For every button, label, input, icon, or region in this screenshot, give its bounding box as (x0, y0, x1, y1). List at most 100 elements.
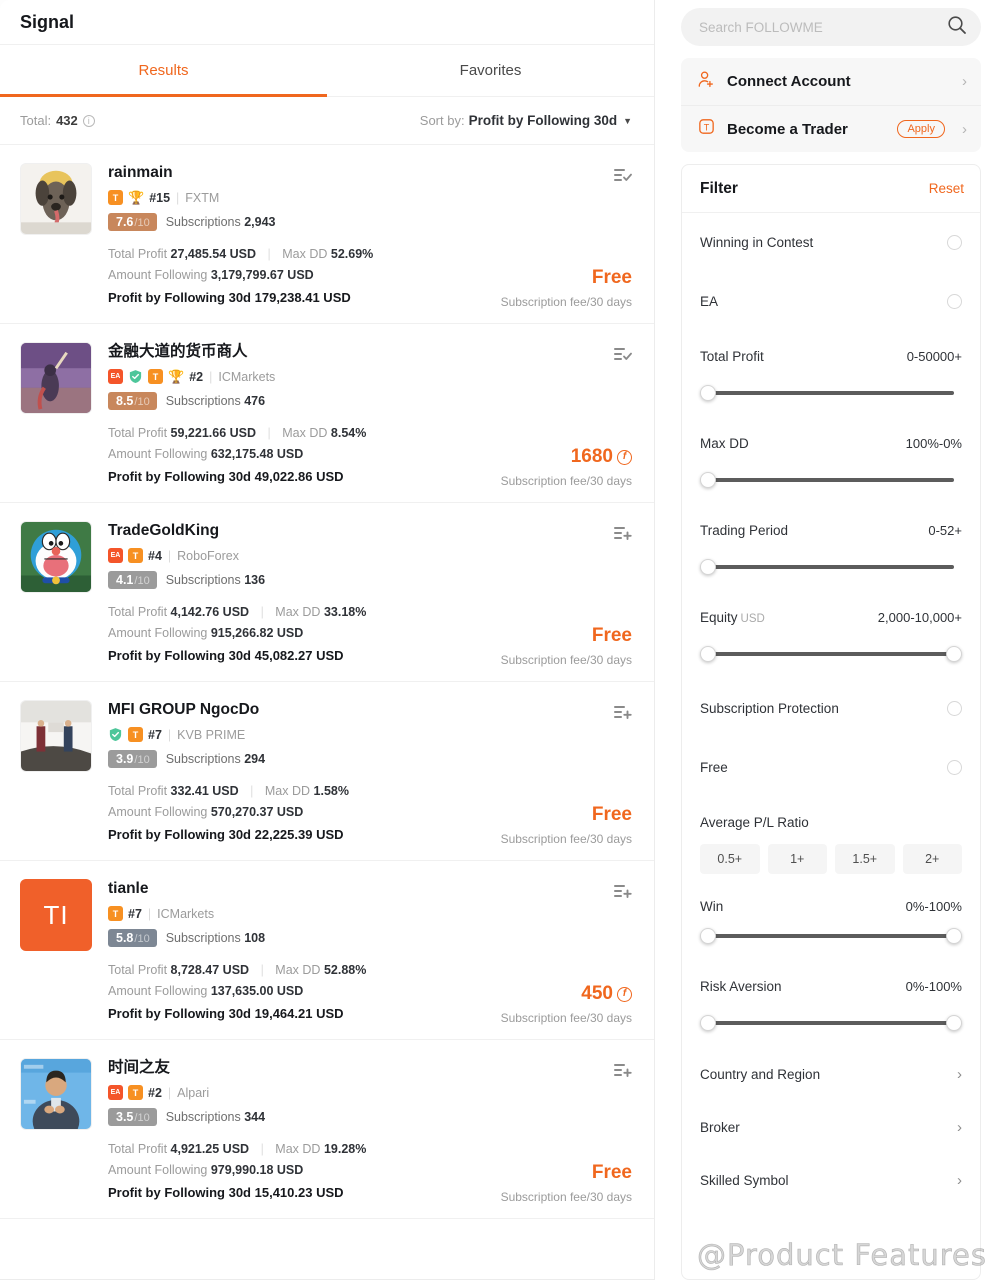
slider-knob-min[interactable] (700, 472, 716, 488)
avatar[interactable] (20, 342, 92, 414)
filter-winning-in-contest[interactable]: Winning in Contest (700, 213, 962, 272)
slider-max-dd[interactable] (700, 471, 962, 489)
slider-trading-period[interactable] (700, 558, 962, 576)
filter-label: Win (700, 899, 724, 914)
slider-track (708, 1021, 954, 1025)
slider-knob-min[interactable] (700, 385, 716, 401)
trader-badges: T #7 | KVB PRIME (108, 727, 632, 742)
avg-pl-option[interactable]: 1+ (767, 844, 827, 874)
filter-value: 100%-0% (905, 436, 962, 451)
avatar[interactable] (20, 521, 92, 593)
slider-knob-max[interactable] (946, 1015, 962, 1031)
trader-broker: RoboForex (177, 548, 239, 563)
trader-name[interactable]: rainmain (108, 163, 632, 183)
apply-button[interactable]: Apply (897, 120, 945, 138)
subscriptions-label: Subscriptions (165, 573, 241, 587)
tab-favorites[interactable]: Favorites (327, 45, 654, 96)
filter-label: Broker (700, 1120, 740, 1135)
search-icon[interactable] (947, 15, 967, 40)
slider-knob-max[interactable] (946, 928, 962, 944)
filter-body: Winning in Contest EA Total Profit 0-500… (682, 213, 980, 1207)
chevron-right-icon: › (962, 73, 967, 90)
total-count: Total: 432 i (20, 113, 95, 128)
trader-score-row: 3.9/10 Subscriptions 294 (108, 750, 632, 768)
list-check-icon[interactable] (613, 167, 632, 191)
info-icon[interactable]: i (82, 114, 95, 127)
trader-name[interactable]: MFI GROUP NgocDo (108, 700, 632, 720)
avatar[interactable] (20, 1058, 92, 1130)
slider-win[interactable] (700, 927, 962, 945)
subscription-fee-note: Subscription fee/30 days (500, 1011, 632, 1025)
trader-card[interactable]: MFI GROUP NgocDo T #7 | KVB PRIME 3.9/10… (0, 682, 654, 861)
list-add-icon[interactable] (613, 1062, 632, 1086)
filter-trading-period: Trading Period 0-52+ (700, 505, 962, 564)
subscription-fee-note: Subscription fee/30 days (500, 1190, 632, 1204)
slider-knob-min[interactable] (700, 1015, 716, 1031)
avatar[interactable] (20, 700, 92, 772)
avg-pl-option[interactable]: 1.5+ (835, 844, 895, 874)
trader-price-block: Free Subscription fee/30 days (501, 266, 632, 309)
slider-total-profit[interactable] (700, 384, 962, 402)
trader-badge-icon: T (128, 1085, 143, 1100)
trader-name[interactable]: TradeGoldKing (108, 521, 632, 541)
chevron-right-icon: › (962, 120, 967, 138)
quick-action-connect-account[interactable]: Connect Account › (681, 58, 981, 105)
search-input[interactable] (699, 19, 939, 35)
quick-action-become-trader[interactable]: T Become a Trader Apply › (681, 105, 981, 152)
radio-free[interactable] (947, 760, 962, 775)
trader-name[interactable]: tianle (108, 879, 632, 899)
ea-badge-icon: EA (108, 548, 123, 563)
trader-name[interactable]: 时间之友 (108, 1058, 632, 1078)
chevron-right-icon: › (957, 1119, 962, 1136)
profit-following-value: 49,022.86 USD (254, 469, 344, 484)
followme-coin-icon: f (617, 986, 632, 1002)
filter-ea[interactable]: EA (700, 272, 962, 331)
slider-track (708, 934, 954, 938)
trader-name[interactable]: 金融大道的货币商人 (108, 342, 632, 362)
slider-knob-min[interactable] (700, 928, 716, 944)
filter-skilled-symbol[interactable]: Skilled Symbol › (700, 1154, 962, 1207)
avg-pl-option[interactable]: 2+ (902, 844, 962, 874)
trader-card[interactable]: 金融大道的货币商人 EA T 🏆 #2 | ICMarkets 8.5/10 Sub… (0, 324, 654, 503)
search-bar[interactable] (681, 8, 981, 46)
filter-reset-button[interactable]: Reset (929, 181, 964, 196)
filter-subscription-protection[interactable]: Subscription Protection (700, 679, 962, 738)
tab-results[interactable]: Results (0, 45, 327, 97)
quick-action-label: Become a Trader (727, 120, 848, 138)
radio-winning-in-contest[interactable] (947, 235, 962, 250)
avatar[interactable] (20, 163, 92, 235)
trader-badge-icon: T (108, 906, 123, 921)
trophy-icon: 🏆 (128, 190, 145, 205)
list-add-icon[interactable] (613, 704, 632, 728)
slider-knob-max[interactable] (946, 646, 962, 662)
filter-broker[interactable]: Broker › (700, 1101, 962, 1154)
slider-risk-aversion[interactable] (700, 1014, 962, 1032)
trader-card[interactable]: TI tianle T #7 | ICMarkets 5.8/10 Subscr… (0, 861, 654, 1040)
avatar[interactable]: TI (20, 879, 92, 951)
filter-free[interactable]: Free (700, 738, 962, 797)
subscription-price: Free (501, 624, 632, 648)
user-add-icon (697, 70, 716, 94)
max-dd-value: 8.54% (330, 426, 367, 440)
filter-country-and-region[interactable]: Country and Region › (700, 1048, 962, 1101)
sort-selector[interactable]: Sort by: Profit by Following 30d ▼ (420, 113, 632, 128)
trader-card[interactable]: TradeGoldKing EA T #4 | RoboForex 4.1/10 … (0, 503, 654, 682)
trader-score-badge: 8.5/10 (108, 392, 157, 410)
score-value: 4.1 (116, 573, 134, 587)
list-check-icon[interactable] (613, 346, 632, 370)
radio-ea[interactable] (947, 294, 962, 309)
total-profit-label: Total Profit (108, 605, 168, 619)
trader-score-badge: 3.5/10 (108, 1108, 157, 1126)
radio-subscription-protection[interactable] (947, 701, 962, 716)
slider-knob-min[interactable] (700, 646, 716, 662)
list-add-icon[interactable] (613, 883, 632, 907)
slider-knob-min[interactable] (700, 559, 716, 575)
trader-card[interactable]: rainmain T 🏆 #15 | FXTM 7.6/10 Subscripti… (0, 145, 654, 324)
signal-list-panel: Signal Results Favorites Total: 432 i So… (0, 0, 655, 1280)
trader-score-badge: 7.6/10 (108, 213, 157, 231)
slider-equity[interactable] (700, 645, 962, 663)
trader-card[interactable]: 时间之友 EA T #2 | Alpari 3.5/10 Subscription… (0, 1040, 654, 1219)
avg-pl-option[interactable]: 0.5+ (700, 844, 760, 874)
list-add-icon[interactable] (613, 525, 632, 549)
profit-following-label: Profit by Following 30d (108, 290, 251, 305)
